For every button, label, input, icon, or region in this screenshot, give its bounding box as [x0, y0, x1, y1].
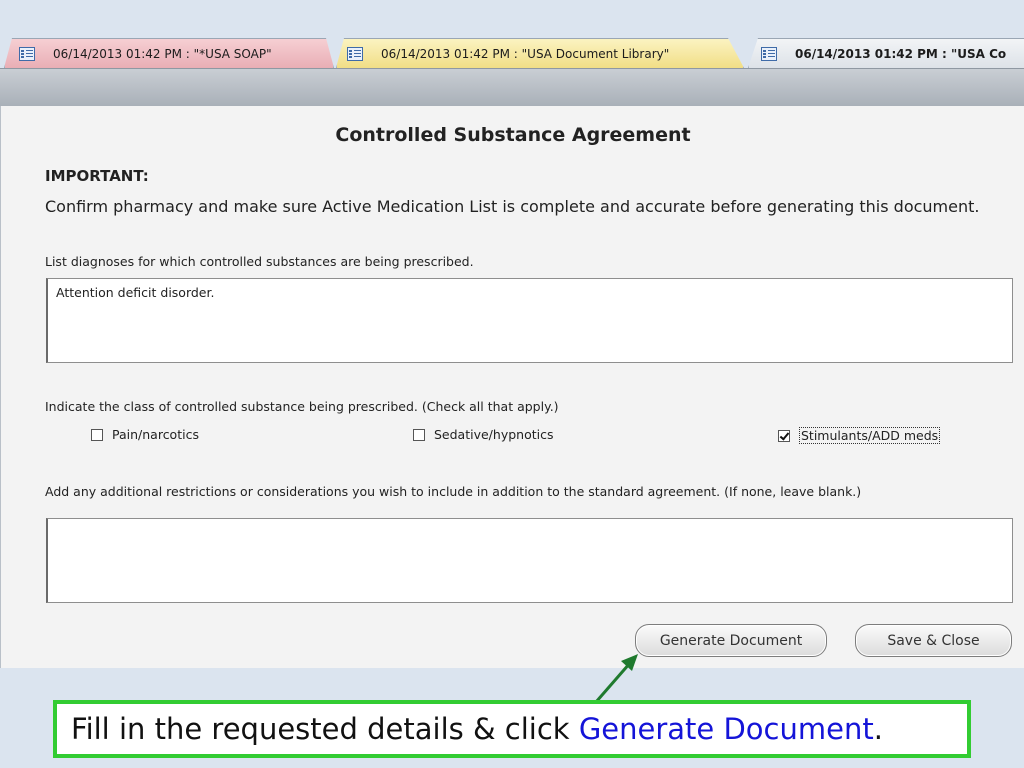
checkbox-box[interactable]: [91, 428, 103, 441]
tab-usa-controlled-substance[interactable]: 06/14/2013 01:42 PM : "USA Co: [748, 38, 1024, 68]
save-close-button[interactable]: Save & Close: [855, 624, 1012, 657]
document-icon: [19, 46, 35, 61]
diagnoses-label: List diagnoses for which controlled subs…: [45, 254, 474, 269]
checkbox-sedative-hypnotics[interactable]: Sedative/hypnotics: [413, 427, 553, 442]
important-heading: IMPORTANT:: [45, 167, 149, 185]
tab-label: 06/14/2013 01:42 PM : "USA Document Libr…: [381, 46, 670, 61]
checkbox-label: Sedative/hypnotics: [434, 427, 554, 442]
tab-usa-soap[interactable]: 06/14/2013 01:42 PM : "*USA SOAP": [4, 38, 334, 68]
checkbox-label: Stimulants/ADD meds: [799, 427, 941, 444]
arrow-shaft: [594, 662, 632, 703]
generate-document-button[interactable]: Generate Document: [635, 624, 827, 657]
important-text: Confirm pharmacy and make sure Active Me…: [45, 197, 980, 216]
restrictions-field[interactable]: [46, 518, 1013, 603]
instruction-highlight: Generate Document: [578, 712, 874, 746]
checkbox-label: Pain/narcotics: [112, 427, 199, 442]
instruction-text-after: .: [873, 712, 883, 746]
form-title: Controlled Substance Agreement: [335, 124, 691, 146]
checkbox-stimulants-add-meds[interactable]: Stimulants/ADD meds: [778, 427, 941, 444]
checkbox-pain-narcotics[interactable]: Pain/narcotics: [91, 427, 199, 442]
instruction-text: Fill in the requested details & click Ge…: [57, 704, 967, 754]
toolbar-bar: [0, 68, 1024, 106]
tab-usa-document-library[interactable]: 06/14/2013 01:42 PM : "USA Document Libr…: [336, 38, 744, 68]
form-panel: Controlled Substance Agreement IMPORTANT…: [0, 106, 1024, 668]
substance-class-label: Indicate the class of controlled substan…: [45, 399, 559, 414]
tab-label: 06/14/2013 01:42 PM : "USA Co: [795, 46, 1007, 61]
document-icon: [761, 46, 777, 61]
instruction-callout: Fill in the requested details & click Ge…: [53, 700, 971, 758]
tab-label: 06/14/2013 01:42 PM : "*USA SOAP": [53, 46, 272, 61]
document-icon: [347, 46, 363, 61]
diagnoses-field[interactable]: Attention deficit disorder.: [46, 278, 1013, 363]
checkbox-box[interactable]: [413, 428, 425, 441]
instruction-text-before: Fill in the requested details & click: [71, 712, 579, 746]
document-tab-strip: 06/14/2013 01:42 PM : "*USA SOAP" 06/14/…: [0, 28, 1024, 68]
checkbox-box-checked[interactable]: [778, 429, 790, 442]
restrictions-label: Add any additional restrictions or consi…: [45, 484, 862, 499]
